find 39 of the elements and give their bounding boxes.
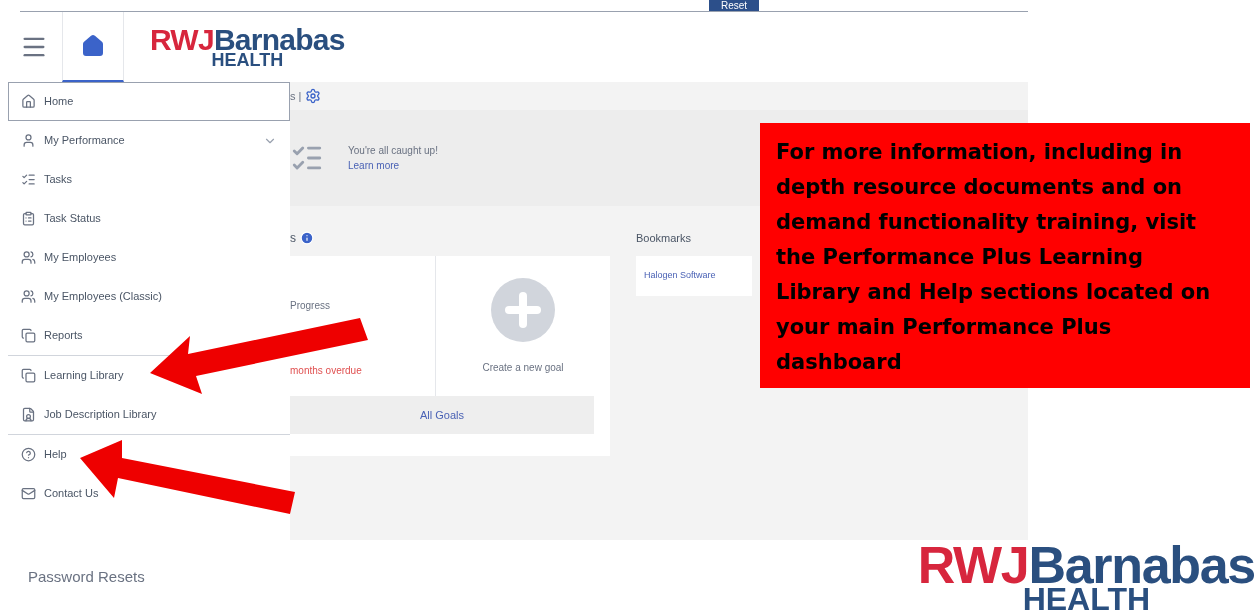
menu-item[interactable]: My Performance [21,132,125,149]
mail-icon [21,486,36,501]
menu-item[interactable]: My Employees (Classic) [21,288,162,305]
logo: RWJBarnabas HEALTH [150,25,345,69]
copy-icon [21,368,36,383]
document-icon [21,407,36,422]
person-icon [21,133,36,148]
menu-item[interactable]: Home [21,93,74,110]
password-resets-link[interactable]: Password Resets [28,565,145,589]
home-icon [21,94,36,109]
help-icon [21,447,36,462]
menu-item[interactable]: Contact Us [21,485,99,502]
people-icon [21,250,36,265]
menu-item[interactable]: Reports [21,327,83,344]
info-callout: For more information, including in depth resource documents and on demand functionality training, visit the Performance Plus Learning Library and Help sections located on your main Performance Plus dashboard [760,123,1250,388]
people-icon [21,289,36,304]
settings-icon[interactable] [305,88,322,104]
goal-overdue: months overdue [290,364,363,378]
status-message: You're all caught up! [348,144,438,158]
create-goal-label[interactable]: Create a new goal [482,360,564,375]
reset-tab[interactable]: Reset [708,0,760,11]
copy-icon [21,328,36,343]
clipboard-icon [21,211,36,226]
menu-item[interactable]: Task Status [21,210,101,227]
menu-item[interactable]: Tasks [21,171,73,188]
home-icon [81,34,105,58]
menu-item[interactable]: Learning Library [21,367,124,384]
goal-status: Progress [290,299,331,313]
page-title: s | [290,88,302,104]
menu-item[interactable]: Job Description Library [21,406,157,423]
menu-item[interactable]: Help [21,446,67,463]
learn-more-link[interactable]: Learn more [348,158,438,173]
bookmarks-heading: Bookmarks [636,230,693,246]
section-heading: s [290,230,296,247]
bookmark-link[interactable]: Halogen Software [636,256,752,296]
menu-item[interactable]: My Employees [21,249,117,266]
info-icon [300,231,314,245]
all-goals-button[interactable]: All Goals [290,396,594,434]
checklist-icon [21,172,36,187]
